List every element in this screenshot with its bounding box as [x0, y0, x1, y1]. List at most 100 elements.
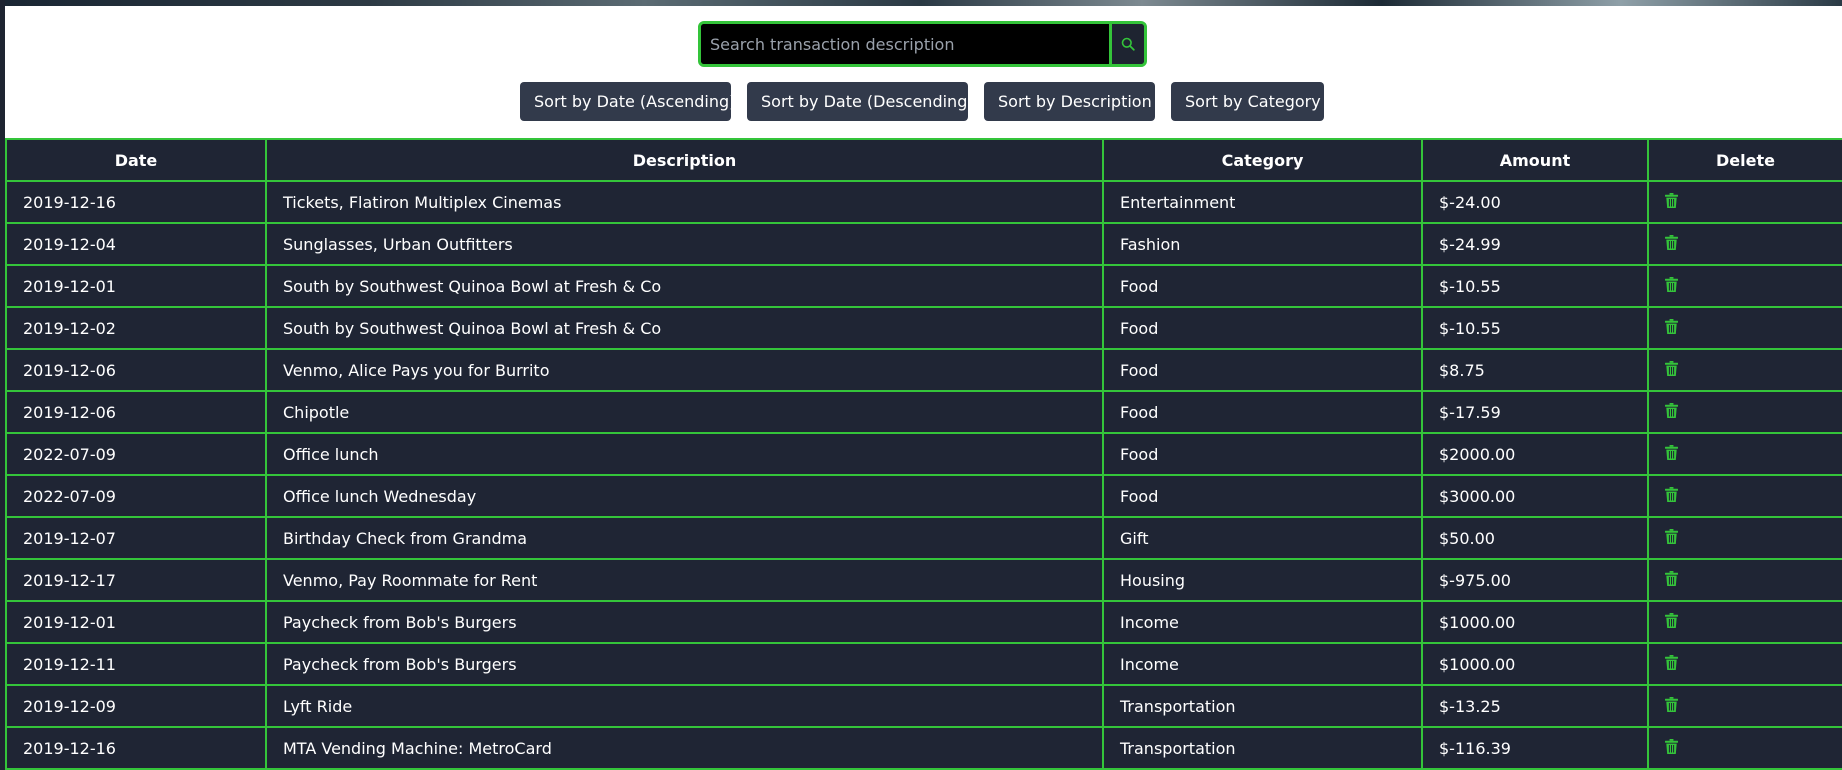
cell-date: 2022-07-09 — [5, 474, 267, 518]
cell-amount: $-10.55 — [1421, 264, 1649, 308]
table-row: 2019-12-06 Chipotle Food $-17.59 — [5, 390, 1842, 434]
table-row: 2019-12-16 MTA Vending Machine: MetroCard… — [5, 726, 1842, 770]
cell-date: 2019-12-02 — [5, 306, 267, 350]
table-row: 2019-12-17 Venmo, Pay Roommate for Rent Ho… — [5, 558, 1842, 602]
delete-button[interactable] — [1665, 403, 1678, 422]
cell-date: 2019-12-16 — [5, 726, 267, 770]
cell-category: Food — [1102, 390, 1423, 434]
transactions-table: Date Description Category Amount Delete … — [5, 138, 1842, 770]
cell-description: Tickets, Flatiron Multiplex Cinemas — [265, 180, 1104, 224]
trash-icon — [1665, 739, 1678, 754]
table-row: 2019-12-06 Venmo, Alice Pays you for Burr… — [5, 348, 1842, 392]
cell-category: Food — [1102, 264, 1423, 308]
cell-delete — [1647, 642, 1842, 686]
cell-delete — [1647, 222, 1842, 266]
cell-delete — [1647, 348, 1842, 392]
cell-description: Paycheck from Bob's Burgers — [265, 600, 1104, 644]
table-header: Date Description Category Amount Delete — [5, 138, 1842, 182]
column-header-delete: Delete — [1647, 138, 1842, 182]
cell-amount: $1000.00 — [1421, 600, 1649, 644]
trash-icon — [1665, 361, 1678, 376]
cell-date: 2019-12-07 — [5, 516, 267, 560]
sort-date-desc-button[interactable]: Sort by Date (Descending) — [747, 82, 974, 121]
search-icon — [1121, 37, 1135, 51]
delete-button[interactable] — [1665, 445, 1678, 464]
column-header-description: Description — [265, 138, 1104, 182]
cell-amount: $-10.55 — [1421, 306, 1649, 350]
cell-amount: $-975.00 — [1421, 558, 1649, 602]
cell-date: 2019-12-11 — [5, 642, 267, 686]
trash-icon — [1665, 277, 1678, 292]
delete-button[interactable] — [1665, 613, 1678, 632]
delete-button[interactable] — [1665, 487, 1678, 506]
trash-icon — [1665, 613, 1678, 628]
search-input[interactable] — [701, 24, 1109, 64]
delete-button[interactable] — [1665, 235, 1678, 254]
trash-icon — [1665, 487, 1678, 502]
cell-category: Food — [1102, 474, 1423, 518]
cell-description: Chipotle — [265, 390, 1104, 434]
cell-delete — [1647, 474, 1842, 518]
table-row: 2022-07-09 Office lunch Wednesday Food $300… — [5, 474, 1842, 518]
trash-icon — [1665, 529, 1678, 544]
cell-amount: $-116.39 — [1421, 726, 1649, 770]
delete-button[interactable] — [1665, 361, 1678, 380]
cell-category: Food — [1102, 306, 1423, 350]
cell-delete — [1647, 516, 1842, 560]
trash-icon — [1665, 235, 1678, 250]
cell-delete — [1647, 684, 1842, 728]
cell-description: South by Southwest Quinoa Bowl at Fresh … — [265, 264, 1104, 308]
cell-amount: $3000.00 — [1421, 474, 1649, 518]
trash-icon — [1665, 655, 1678, 670]
cell-delete — [1647, 432, 1842, 476]
cell-date: 2019-12-06 — [5, 348, 267, 392]
delete-button[interactable] — [1665, 277, 1678, 296]
cell-amount: $1000.00 — [1421, 642, 1649, 686]
cell-delete — [1647, 600, 1842, 644]
trash-icon — [1665, 697, 1678, 712]
delete-button[interactable] — [1665, 193, 1678, 212]
cell-description: Lyft Ride — [265, 684, 1104, 728]
delete-button[interactable] — [1665, 739, 1678, 758]
cell-date: 2019-12-06 — [5, 390, 267, 434]
cell-delete — [1647, 558, 1842, 602]
trash-icon — [1665, 403, 1678, 418]
delete-button[interactable] — [1665, 655, 1678, 674]
cell-description: Venmo, Pay Roommate for Rent — [265, 558, 1104, 602]
cell-category: Income — [1102, 600, 1423, 644]
cell-description: Paycheck from Bob's Burgers — [265, 642, 1104, 686]
column-header-amount: Amount — [1421, 138, 1649, 182]
delete-button[interactable] — [1665, 529, 1678, 548]
cell-category: Housing — [1102, 558, 1423, 602]
sort-button-row: Sort by Date (Ascending) Sort by Date (D… — [0, 82, 1842, 122]
cell-amount: $-24.00 — [1421, 180, 1649, 224]
trash-icon — [1665, 319, 1678, 334]
cell-delete — [1647, 264, 1842, 308]
cell-category: Gift — [1102, 516, 1423, 560]
delete-button[interactable] — [1665, 571, 1678, 590]
search-button[interactable] — [1109, 24, 1144, 64]
cell-category: Food — [1102, 348, 1423, 392]
cell-date: 2019-12-09 — [5, 684, 267, 728]
sort-category-button[interactable]: Sort by Category — [1171, 82, 1324, 121]
cell-delete — [1647, 726, 1842, 770]
cell-date: 2019-12-17 — [5, 558, 267, 602]
search-bar — [698, 21, 1147, 67]
sort-date-asc-button[interactable]: Sort by Date (Ascending) — [520, 82, 735, 121]
column-header-date: Date — [5, 138, 267, 182]
table-row: 2019-12-01 Paycheck from Bob's Burgers Inc… — [5, 600, 1842, 644]
cell-date: 2019-12-01 — [5, 264, 267, 308]
cell-date: 2019-12-16 — [5, 180, 267, 224]
cell-date: 2022-07-09 — [5, 432, 267, 476]
cell-amount: $2000.00 — [1421, 432, 1649, 476]
table-row: 2019-12-01 South by Southwest Quinoa Bowl… — [5, 264, 1842, 308]
cell-amount: $-17.59 — [1421, 390, 1649, 434]
cell-category: Transportation — [1102, 684, 1423, 728]
cell-amount: $8.75 — [1421, 348, 1649, 392]
table-header-row: Date Description Category Amount Delete — [5, 138, 1842, 182]
cell-date: 2019-12-01 — [5, 600, 267, 644]
delete-button[interactable] — [1665, 319, 1678, 338]
table-row: 2019-12-07 Birthday Check from Grandma Gif… — [5, 516, 1842, 560]
delete-button[interactable] — [1665, 697, 1678, 716]
sort-description-button[interactable]: Sort by Description — [984, 82, 1155, 121]
